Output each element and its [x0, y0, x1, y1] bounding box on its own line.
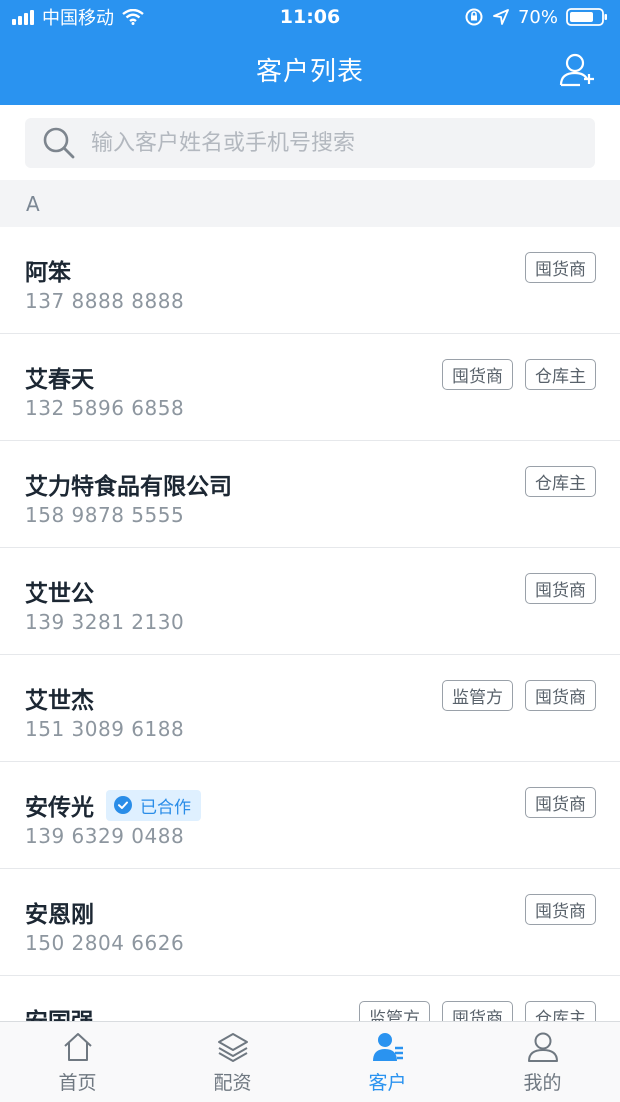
status-time: 11:06	[279, 6, 341, 28]
customer-row[interactable]: 艾世杰 151 3089 6188 监管方 囤货商	[0, 655, 620, 762]
customer-icon	[372, 1033, 403, 1061]
customer-row[interactable]: 艾春天 132 5896 6858 囤货商 仓库主	[0, 334, 620, 441]
rotation-lock-icon	[464, 7, 484, 27]
tab-financing[interactable]: 配资	[155, 1022, 310, 1102]
customer-name: 艾春天	[25, 367, 94, 393]
customer-tag: 仓库主	[525, 466, 596, 497]
top-header: 中国移动 11:06 70% 客户列表	[0, 0, 620, 105]
customer-name: 艾世杰	[25, 688, 94, 714]
customer-tag: 仓库主	[525, 1001, 596, 1021]
section-header: A	[0, 180, 620, 227]
customer-phone: 158 9878 5555	[25, 503, 185, 527]
customer-name: 艾世公	[25, 581, 94, 607]
location-icon	[492, 8, 510, 26]
customer-tag: 囤货商	[525, 894, 596, 925]
customer-tag: 仓库主	[525, 359, 596, 390]
tab-label: 配资	[213, 1072, 252, 1094]
customer-phone: 137 8888 8888	[25, 289, 185, 313]
search-box[interactable]	[25, 118, 595, 168]
search-icon	[43, 127, 75, 159]
add-customer-button[interactable]	[558, 50, 598, 90]
add-user-icon	[559, 53, 594, 87]
check-circle-icon	[114, 796, 132, 814]
customer-name: 阿笨	[25, 260, 71, 286]
tab-label: 客户	[368, 1072, 407, 1094]
customer-tag: 囤货商	[525, 573, 596, 604]
carrier-name: 中国移动	[42, 8, 114, 29]
battery-percent: 70%	[517, 6, 558, 28]
customer-phone: 150 2804 6626	[25, 931, 185, 955]
customer-phone: 132 5896 6858	[25, 396, 185, 420]
signal-icon	[12, 9, 34, 25]
search-bar	[0, 105, 620, 180]
customer-row[interactable]: 阿笨 137 8888 8888 囤货商	[0, 227, 620, 334]
customer-phone: 151 3089 6188	[25, 717, 185, 741]
layers-icon	[217, 1033, 248, 1062]
customer-row[interactable]: 艾力特食品有限公司 158 9878 5555 仓库主	[0, 441, 620, 548]
customer-row[interactable]: 安传光 已合作 139 6329 0488 囤货商	[0, 762, 620, 869]
tab-label: 我的	[523, 1072, 562, 1094]
customer-name: 安恩刚	[25, 902, 94, 928]
customer-tag: 囤货商	[442, 1001, 513, 1021]
customer-row[interactable]: 安恩刚 150 2804 6626 囤货商	[0, 869, 620, 976]
page-title: 客户列表	[255, 57, 364, 87]
customer-phone: 139 6329 0488	[25, 824, 185, 848]
customer-tag: 囤货商	[525, 787, 596, 818]
customer-list: 阿笨 137 8888 8888 囤货商 艾春天 132 5896 6858 囤…	[0, 227, 620, 1021]
battery-icon	[566, 7, 608, 27]
customer-phone: 139 3281 2130	[25, 610, 185, 634]
status-bar: 中国移动 11:06 70%	[0, 0, 620, 34]
tab-profile[interactable]: 我的	[465, 1022, 620, 1102]
customer-row[interactable]: 艾世公 139 3281 2130 囤货商	[0, 548, 620, 655]
customer-tag: 监管方	[442, 680, 513, 711]
tab-bar: 首页 配资 客户 我的	[0, 1021, 620, 1102]
customer-row[interactable]: 安国强 监管方 囤货商 仓库主	[0, 976, 620, 1021]
customer-name: 安国强	[25, 1002, 94, 1021]
cooperated-badge-label: 已合作	[140, 797, 191, 818]
tab-label: 首页	[58, 1072, 97, 1094]
customer-tag: 囤货商	[442, 359, 513, 390]
search-input[interactable]	[91, 130, 579, 156]
profile-icon	[527, 1032, 558, 1062]
navbar: 客户列表	[0, 34, 620, 105]
wifi-icon	[122, 9, 144, 25]
home-icon	[63, 1033, 92, 1061]
tab-home[interactable]: 首页	[0, 1022, 155, 1102]
cooperated-badge: 已合作	[106, 789, 201, 821]
customer-tag: 囤货商	[525, 680, 596, 711]
customer-name: 艾力特食品有限公司	[25, 474, 232, 500]
customer-tag: 监管方	[359, 1001, 430, 1021]
tab-customers[interactable]: 客户	[310, 1022, 465, 1102]
customer-name: 安传光	[25, 795, 94, 821]
customer-tag: 囤货商	[525, 252, 596, 283]
